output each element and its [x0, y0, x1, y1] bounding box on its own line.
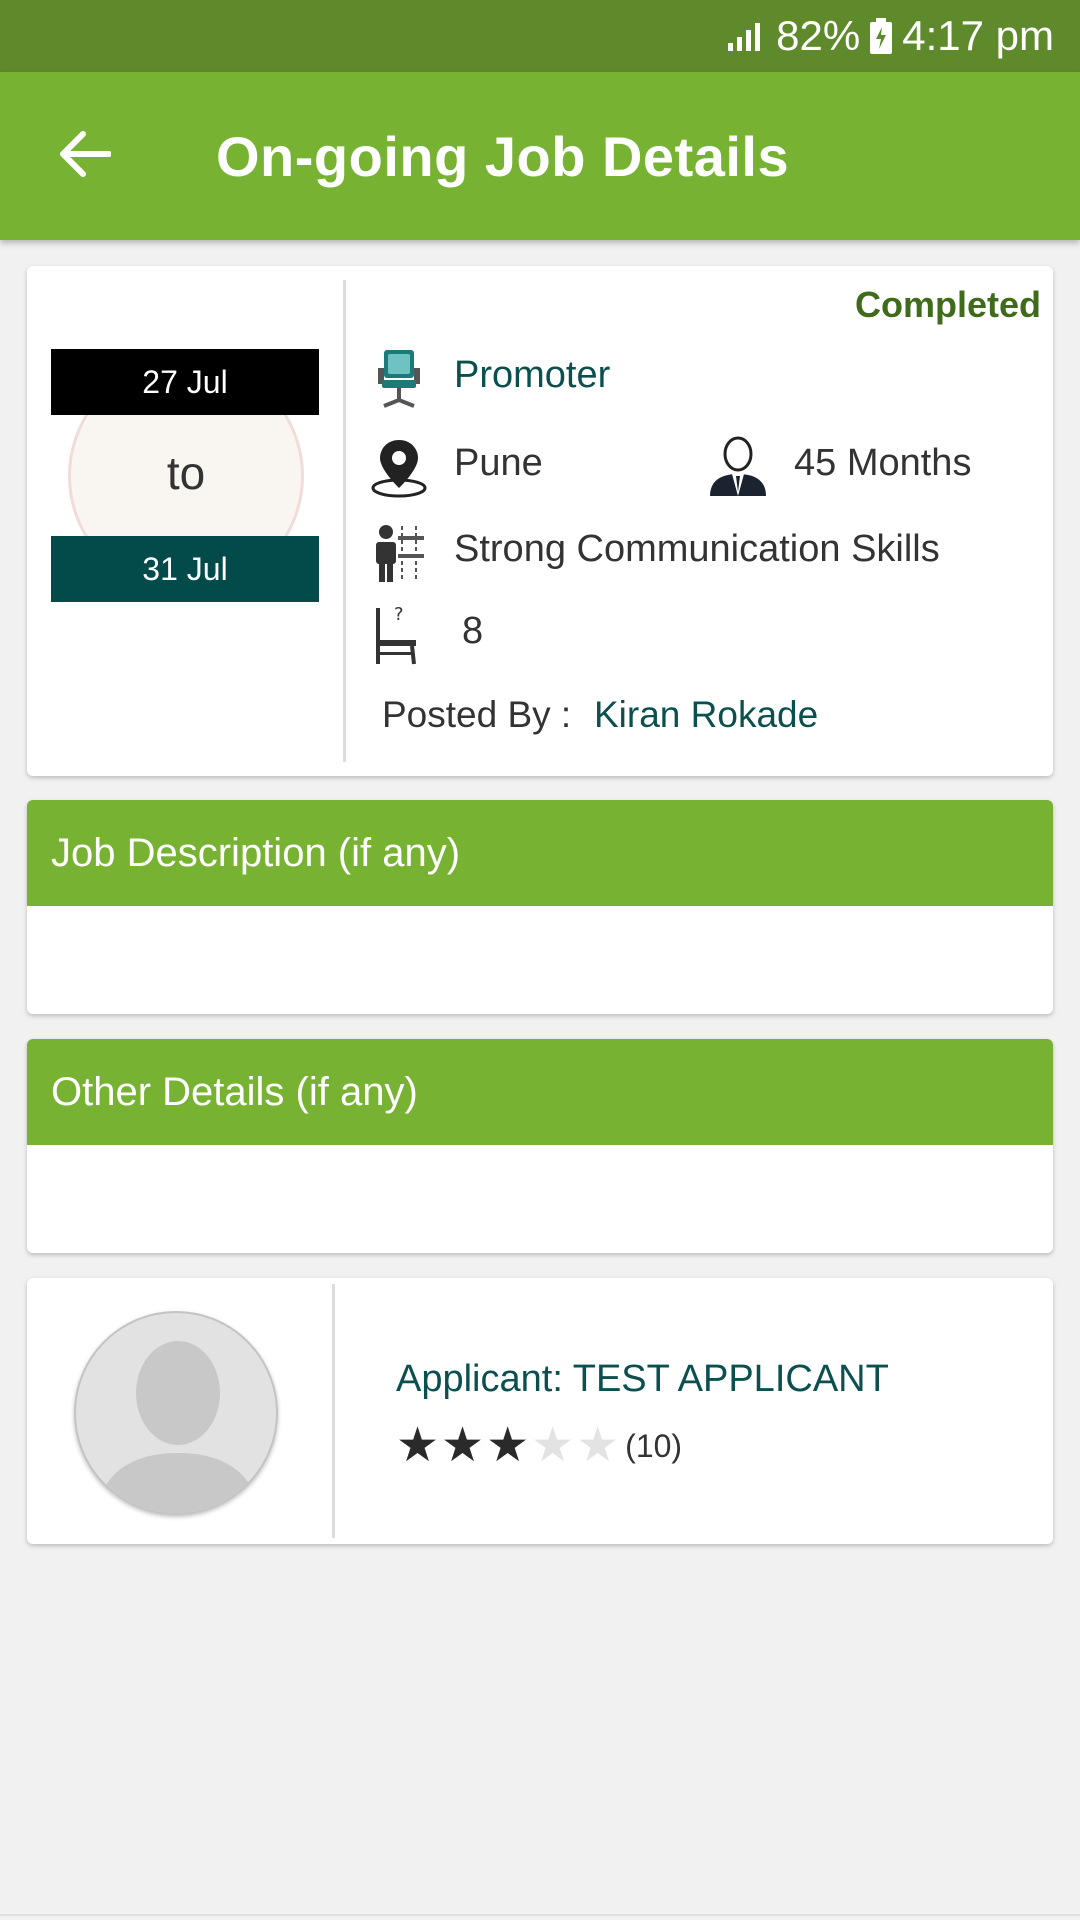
date-range: to 27 Jul 31 Jul: [27, 266, 345, 776]
job-description-card: Job Description (if any): [27, 800, 1053, 1014]
other-details-card: Other Details (if any): [27, 1039, 1053, 1253]
skills-icon: [372, 522, 428, 584]
office-chair-icon: [372, 348, 426, 410]
star-empty-icon: ★: [576, 1419, 620, 1472]
job-location: Pune: [454, 442, 543, 484]
star-filled-icon: ★: [396, 1419, 440, 1472]
back-arrow-icon[interactable]: [52, 122, 116, 186]
posted-by-label: Posted By :: [382, 694, 572, 735]
job-vacancies: 8: [462, 610, 484, 652]
businessman-icon: [708, 436, 768, 498]
other-details-header: Other Details (if any): [27, 1039, 1053, 1145]
posted-by-name[interactable]: Kiran Rokade: [594, 694, 818, 736]
star-empty-icon: ★: [531, 1419, 575, 1472]
svg-text:?: ?: [394, 604, 404, 625]
end-date: 31 Jul: [51, 536, 319, 602]
clock: 4:17 pm: [902, 12, 1054, 59]
job-experience: 45 Months: [794, 442, 972, 484]
nav-divider: [0, 1914, 1080, 1916]
date-separator: to: [166, 447, 206, 499]
divider: [332, 1284, 335, 1538]
page-title: On-going Job Details: [216, 125, 790, 188]
start-date: 27 Jul: [51, 349, 319, 415]
job-role: Promoter: [454, 354, 611, 396]
location-pin-icon: [370, 436, 428, 498]
job-skills: Strong Communication Skills: [454, 528, 940, 570]
status-badge: Completed: [854, 284, 1041, 325]
star-filled-icon: ★: [486, 1419, 530, 1472]
applicant-card[interactable]: Applicant: TEST APPLICANT ★ ★ ★ ★ ★ (10): [27, 1278, 1053, 1544]
battery-charging-icon: [870, 18, 893, 54]
empty-seat-icon: ?: [372, 604, 422, 666]
signal-icon: [728, 21, 764, 51]
avatar[interactable]: [74, 1311, 278, 1515]
app-bar: On-going Job Details: [0, 72, 1080, 240]
job-description-header: Job Description (if any): [27, 800, 1053, 906]
star-filled-icon: ★: [441, 1419, 485, 1472]
divider: [343, 280, 346, 762]
rating-stars: ★ ★ ★ ★ ★ (10): [396, 1422, 682, 1470]
rating-count: (10): [625, 1427, 683, 1464]
job-summary-card: to 27 Jul 31 Jul Completed Promoter Pune: [27, 266, 1053, 776]
person-silhouette-icon: [96, 1341, 260, 1513]
battery-percent: 82%: [776, 12, 861, 59]
status-bar: 82% 4:17 pm: [0, 0, 1080, 72]
applicant-name[interactable]: Applicant: TEST APPLICANT: [396, 1358, 889, 1401]
